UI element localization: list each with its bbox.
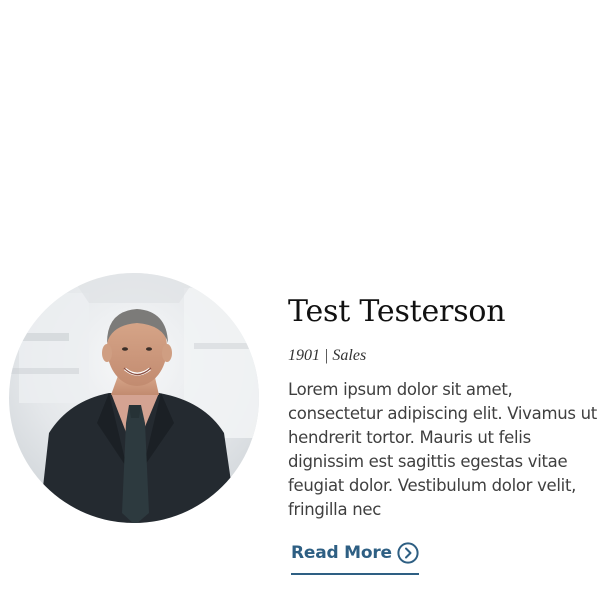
profile-photo [9,273,259,523]
bio-line: Lorem ipsum dolor sit amet, [288,380,513,399]
read-more-label: Read More [291,543,392,563]
bio-line: consectetur adipiscing elit. Vivamus ut [288,404,597,423]
person-photo-icon [9,273,259,523]
bio-line: hendrerit tortor. Mauris ut felis [288,428,531,447]
chevron-right-circle-icon [397,542,419,564]
profile-name: Test Testerson [288,294,506,329]
profile-meta: 1901 | Sales [288,347,367,364]
read-more-link[interactable]: Read More [291,539,419,575]
bio-line: fringilla nec [288,500,381,519]
profile-bio: Lorem ipsum dolor sit amet, consectetur … [288,378,609,522]
profile-card: Test Testerson 1901 | Sales Lorem ipsum … [0,0,609,600]
bio-line: dignissim est sagittis egestas vitae [288,452,568,471]
bio-line: feugiat dolor. Vestibulum dolor velit, [288,476,577,495]
